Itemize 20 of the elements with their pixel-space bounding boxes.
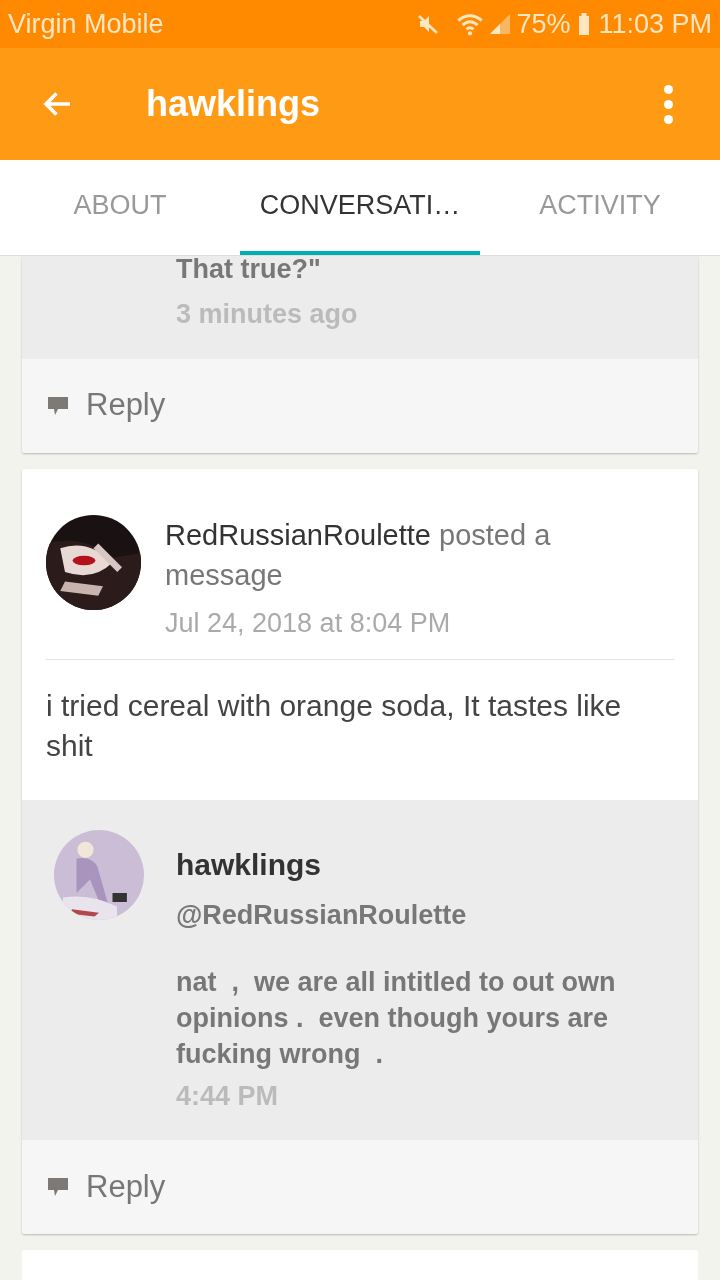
reply-text: nat , we are all intitled to out own opinions . even though yours are fucking wrong . [176, 965, 617, 1071]
comment-icon [46, 394, 70, 417]
reply-button[interactable]: Reply [46, 382, 166, 429]
post-heading: RedRussianRoulette posted a message [165, 517, 552, 593]
battery-icon [578, 12, 591, 36]
page-title: hawklings [146, 82, 322, 126]
reply-author: hawklings [176, 847, 323, 883]
reply-mention: @RedRussianRoulette [176, 899, 468, 932]
signal-icon [488, 12, 513, 36]
post-message: i tried cereal with orange soda, It tastes like shit [46, 688, 623, 764]
clock: 11:03 PM [598, 7, 712, 41]
reply-text: That true?" [176, 256, 322, 286]
tab[interactable]: ABOUT [0, 160, 240, 255]
wifi-icon [456, 12, 485, 36]
carrier-name: Virgin Mobile [8, 7, 164, 41]
comment-icon [46, 1176, 70, 1198]
reply-button[interactable]: Reply [46, 1163, 166, 1211]
tab[interactable]: ACTIVITY [480, 160, 720, 255]
post-date: Jul 24, 2018 at 8:04 PM [165, 606, 452, 640]
battery-percent: 75% [516, 7, 571, 41]
